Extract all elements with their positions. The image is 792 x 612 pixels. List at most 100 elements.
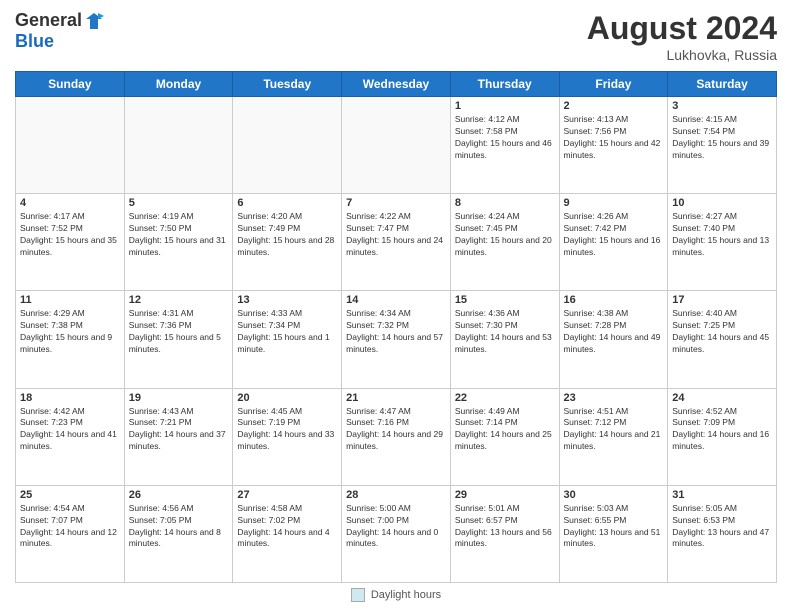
day-info: Sunrise: 4:42 AM Sunset: 7:23 PM Dayligh…	[20, 406, 120, 454]
day-number: 29	[455, 489, 555, 501]
week-row-3: 11 Sunrise: 4:29 AM Sunset: 7:38 PM Dayli…	[16, 291, 777, 388]
day-number: 14	[346, 294, 446, 306]
logo-icon	[84, 11, 104, 31]
day-info: Sunrise: 4:47 AM Sunset: 7:16 PM Dayligh…	[346, 406, 446, 454]
legend-box	[351, 588, 365, 602]
day-number: 5	[129, 197, 229, 209]
calendar-cell: 1Sunrise: 4:12 AM Sunset: 7:58 PM Daylig…	[450, 97, 559, 194]
calendar-cell: 21Sunrise: 4:47 AM Sunset: 7:16 PM Dayli…	[342, 388, 451, 485]
calendar-cell: 26 Sunrise: 4:56 AM Sunset: 7:05 PM Dayli…	[124, 485, 233, 582]
calendar-cell: 19Sunrise: 4:43 AM Sunset: 7:21 PM Dayli…	[124, 388, 233, 485]
day-info: Sunrise: 4:17 AM Sunset: 7:52 PM Dayligh…	[20, 211, 120, 259]
calendar-location: Lukhovka, Russia	[587, 47, 777, 63]
day-info: Sunrise: 4:54 AM Sunset: 7:07 PM Dayligh…	[20, 503, 120, 551]
calendar-cell: 6Sunrise: 4:20 AM Sunset: 7:49 PM Daylig…	[233, 194, 342, 291]
col-sunday: Sunday	[16, 72, 125, 97]
day-number: 31	[672, 489, 772, 501]
day-number: 10	[672, 197, 772, 209]
day-info: Sunrise: 4:27 AM Sunset: 7:40 PM Dayligh…	[672, 211, 772, 259]
day-number: 26	[129, 489, 229, 501]
day-number: 12	[129, 294, 229, 306]
logo-general-text: General	[15, 10, 82, 31]
calendar-cell: 28Sunrise: 5:00 AM Sunset: 7:00 PM Dayli…	[342, 485, 451, 582]
day-info: Sunrise: 4:38 AM Sunset: 7:28 PM Dayligh…	[564, 308, 664, 356]
logo-blue-text: Blue	[15, 31, 54, 52]
day-number: 3	[672, 100, 772, 112]
title-block: August 2024 Lukhovka, Russia	[587, 10, 777, 63]
footer: Daylight hours	[15, 588, 777, 602]
day-number: 4	[20, 197, 120, 209]
day-number: 1	[455, 100, 555, 112]
day-number: 20	[237, 392, 337, 404]
calendar-cell	[124, 97, 233, 194]
calendar-cell: 30Sunrise: 5:03 AM Sunset: 6:55 PM Dayli…	[559, 485, 668, 582]
calendar-cell: 5 Sunrise: 4:19 AM Sunset: 7:50 PM Daylig…	[124, 194, 233, 291]
day-number: 27	[237, 489, 337, 501]
calendar-cell: 29 Sunrise: 5:01 AM Sunset: 6:57 PM Dayli…	[450, 485, 559, 582]
legend-label: Daylight hours	[371, 589, 441, 601]
day-number: 24	[672, 392, 772, 404]
day-info: Sunrise: 4:36 AM Sunset: 7:30 PM Dayligh…	[455, 308, 555, 356]
day-info: Sunrise: 4:51 AM Sunset: 7:12 PM Dayligh…	[564, 406, 664, 454]
day-number: 25	[20, 489, 120, 501]
calendar-cell	[233, 97, 342, 194]
calendar-cell: 13Sunrise: 4:33 AM Sunset: 7:34 PM Dayli…	[233, 291, 342, 388]
day-number: 6	[237, 197, 337, 209]
calendar-cell: 7 Sunrise: 4:22 AM Sunset: 7:47 PM Daylig…	[342, 194, 451, 291]
day-info: Sunrise: 5:03 AM Sunset: 6:55 PM Dayligh…	[564, 503, 664, 551]
day-info: Sunrise: 4:24 AM Sunset: 7:45 PM Dayligh…	[455, 211, 555, 259]
day-number: 17	[672, 294, 772, 306]
week-row-1: 1Sunrise: 4:12 AM Sunset: 7:58 PM Daylig…	[16, 97, 777, 194]
page: General Blue August 2024 Lukhovka, Russi…	[0, 0, 792, 612]
day-info: Sunrise: 5:01 AM Sunset: 6:57 PM Dayligh…	[455, 503, 555, 551]
day-info: Sunrise: 4:56 AM Sunset: 7:05 PM Dayligh…	[129, 503, 229, 551]
day-number: 16	[564, 294, 664, 306]
day-number: 28	[346, 489, 446, 501]
day-info: Sunrise: 5:05 AM Sunset: 6:53 PM Dayligh…	[672, 503, 772, 551]
day-info: Sunrise: 4:15 AM Sunset: 7:54 PM Dayligh…	[672, 114, 772, 162]
day-info: Sunrise: 4:13 AM Sunset: 7:56 PM Dayligh…	[564, 114, 664, 162]
col-friday: Friday	[559, 72, 668, 97]
col-monday: Monday	[124, 72, 233, 97]
day-number: 8	[455, 197, 555, 209]
calendar-cell: 24 Sunrise: 4:52 AM Sunset: 7:09 PM Dayli…	[668, 388, 777, 485]
day-info: Sunrise: 4:43 AM Sunset: 7:21 PM Dayligh…	[129, 406, 229, 454]
day-info: Sunrise: 4:26 AM Sunset: 7:42 PM Dayligh…	[564, 211, 664, 259]
calendar-cell: 22Sunrise: 4:49 AM Sunset: 7:14 PM Dayli…	[450, 388, 559, 485]
day-info: Sunrise: 4:29 AM Sunset: 7:38 PM Dayligh…	[20, 308, 120, 356]
day-number: 18	[20, 392, 120, 404]
calendar-cell: 2 Sunrise: 4:13 AM Sunset: 7:56 PM Daylig…	[559, 97, 668, 194]
day-info: Sunrise: 4:33 AM Sunset: 7:34 PM Dayligh…	[237, 308, 337, 356]
day-number: 9	[564, 197, 664, 209]
day-number: 22	[455, 392, 555, 404]
day-number: 7	[346, 197, 446, 209]
day-info: Sunrise: 4:19 AM Sunset: 7:50 PM Dayligh…	[129, 211, 229, 259]
calendar-cell: 9 Sunrise: 4:26 AM Sunset: 7:42 PM Daylig…	[559, 194, 668, 291]
day-info: Sunrise: 4:52 AM Sunset: 7:09 PM Dayligh…	[672, 406, 772, 454]
day-info: Sunrise: 4:45 AM Sunset: 7:19 PM Dayligh…	[237, 406, 337, 454]
week-row-2: 4 Sunrise: 4:17 AM Sunset: 7:52 PM Daylig…	[16, 194, 777, 291]
col-thursday: Thursday	[450, 72, 559, 97]
calendar-cell: 4 Sunrise: 4:17 AM Sunset: 7:52 PM Daylig…	[16, 194, 125, 291]
logo: General Blue	[15, 10, 104, 52]
calendar-cell: 14Sunrise: 4:34 AM Sunset: 7:32 PM Dayli…	[342, 291, 451, 388]
header: General Blue August 2024 Lukhovka, Russi…	[15, 10, 777, 63]
day-info: Sunrise: 4:58 AM Sunset: 7:02 PM Dayligh…	[237, 503, 337, 551]
calendar-table: Sunday Monday Tuesday Wednesday Thursday…	[15, 71, 777, 583]
day-number: 15	[455, 294, 555, 306]
col-wednesday: Wednesday	[342, 72, 451, 97]
calendar-cell: 12Sunrise: 4:31 AM Sunset: 7:36 PM Dayli…	[124, 291, 233, 388]
calendar-cell: 17Sunrise: 4:40 AM Sunset: 7:25 PM Dayli…	[668, 291, 777, 388]
day-number: 11	[20, 294, 120, 306]
calendar-cell: 15 Sunrise: 4:36 AM Sunset: 7:30 PM Dayli…	[450, 291, 559, 388]
calendar-cell: 3 Sunrise: 4:15 AM Sunset: 7:54 PM Daylig…	[668, 97, 777, 194]
calendar-cell: 11 Sunrise: 4:29 AM Sunset: 7:38 PM Dayli…	[16, 291, 125, 388]
calendar-cell: 25 Sunrise: 4:54 AM Sunset: 7:07 PM Dayli…	[16, 485, 125, 582]
calendar-cell	[342, 97, 451, 194]
calendar-title: August 2024	[587, 10, 777, 47]
calendar-cell: 31 Sunrise: 5:05 AM Sunset: 6:53 PM Dayli…	[668, 485, 777, 582]
day-info: Sunrise: 4:22 AM Sunset: 7:47 PM Dayligh…	[346, 211, 446, 259]
header-row: Sunday Monday Tuesday Wednesday Thursday…	[16, 72, 777, 97]
day-number: 2	[564, 100, 664, 112]
week-row-4: 18 Sunrise: 4:42 AM Sunset: 7:23 PM Dayli…	[16, 388, 777, 485]
